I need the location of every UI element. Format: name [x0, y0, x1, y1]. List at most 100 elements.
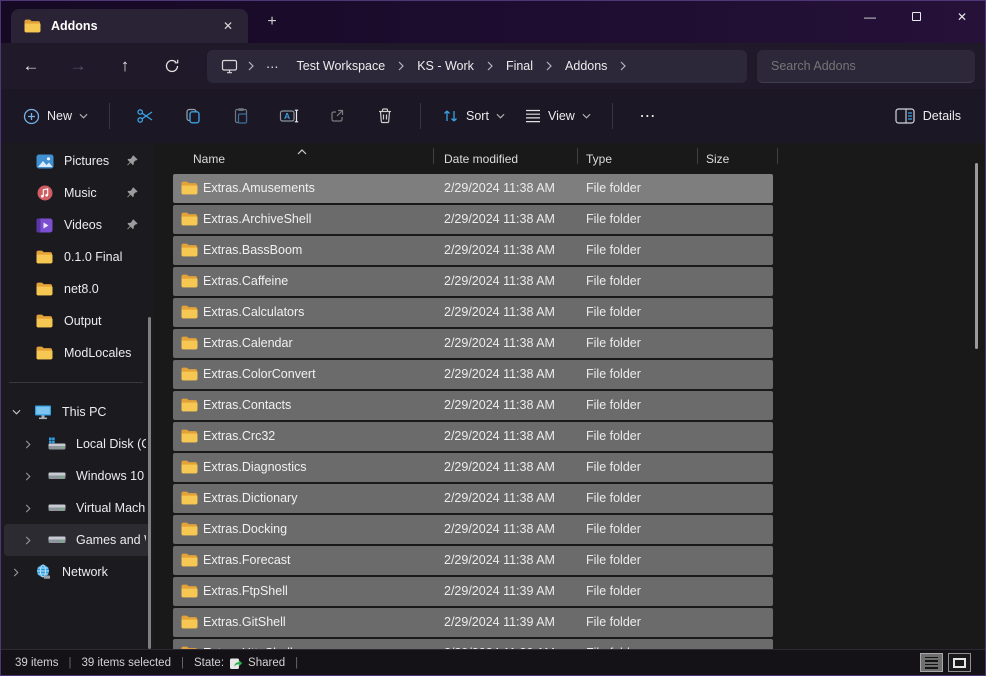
folder-icon — [181, 336, 198, 353]
sidebar-item-music[interactable]: Music — [1, 177, 153, 209]
chevron-right-icon[interactable] — [394, 61, 408, 71]
folder-icon — [181, 398, 198, 415]
sidebar-item-network[interactable]: Network — [1, 556, 153, 588]
file-row[interactable]: Extras.Docking 2/29/2024 11:38 AM File f… — [173, 515, 773, 544]
tab-addons[interactable]: Addons ✕ — [11, 9, 248, 43]
folder-icon — [181, 553, 198, 570]
new-tab-button[interactable]: + — [259, 12, 285, 34]
close-button[interactable]: ✕ — [939, 1, 985, 32]
file-name: Extras.Forecast — [203, 553, 291, 567]
chevron-right-icon[interactable] — [483, 61, 497, 71]
copy-button[interactable] — [169, 98, 217, 134]
chevron-collapsed-icon[interactable] — [21, 472, 35, 481]
file-row[interactable]: Extras.Caffeine 2/29/2024 11:38 AM File … — [173, 267, 773, 296]
file-row[interactable]: Extras.BassBoom 2/29/2024 11:38 AM File … — [173, 236, 773, 265]
column-header-size[interactable]: Size — [698, 143, 777, 169]
thumbnail-view-toggle[interactable] — [948, 653, 971, 672]
more-options-button[interactable]: ⋯ — [624, 98, 672, 134]
sidebar-item-net80[interactable]: net8.0 — [1, 273, 153, 305]
file-row[interactable]: Extras.Calendar 2/29/2024 11:38 AM File … — [173, 329, 773, 358]
file-list: Name Date modified Type Size Extras.Amus… — [153, 143, 985, 649]
back-button[interactable]: ← — [17, 52, 45, 80]
folder-icon — [181, 522, 198, 539]
file-date-modified: 2/29/2024 11:38 AM — [444, 367, 555, 381]
file-row[interactable]: Extras.Forecast 2/29/2024 11:38 AM File … — [173, 546, 773, 575]
folder-icon — [35, 282, 54, 296]
view-button[interactable]: View — [515, 98, 601, 134]
search-input[interactable] — [769, 58, 963, 74]
new-plus-icon — [23, 108, 40, 125]
chevron-collapsed-icon[interactable] — [21, 440, 35, 449]
file-name: Extras.Crc32 — [203, 429, 275, 443]
chevron-right-icon[interactable] — [244, 61, 258, 71]
share-state-value: Shared — [248, 657, 285, 669]
drive-icon — [47, 470, 66, 482]
tab-close-button[interactable]: ✕ — [216, 17, 240, 35]
file-row[interactable]: Extras.Calculators 2/29/2024 11:38 AM Fi… — [173, 298, 773, 327]
file-row[interactable]: Extras.Crc32 2/29/2024 11:38 AM File fol… — [173, 422, 773, 451]
file-row[interactable]: Extras.ArchiveShell 2/29/2024 11:38 AM F… — [173, 205, 773, 234]
cut-button[interactable] — [121, 98, 169, 134]
minimize-button[interactable]: — — [847, 1, 893, 32]
column-divider[interactable] — [777, 148, 778, 164]
column-header-name[interactable]: Name — [153, 143, 433, 169]
file-name: Extras.Contacts — [203, 398, 291, 412]
chevron-collapsed-icon[interactable] — [21, 504, 35, 513]
sidebar-item-videos[interactable]: Videos — [1, 209, 153, 241]
details-pane-button[interactable]: Details — [883, 98, 973, 134]
file-date-modified: 2/29/2024 11:38 AM — [444, 553, 555, 567]
chevron-expanded-icon[interactable] — [9, 409, 23, 415]
search-box[interactable] — [757, 50, 975, 83]
sidebar-item-modlocales[interactable]: ModLocales — [1, 337, 153, 369]
sidebar-item-local-disk-c[interactable]: Local Disk (C:) — [1, 428, 153, 460]
column-header-type[interactable]: Type — [578, 143, 697, 169]
folder-icon — [23, 19, 42, 33]
breadcrumb-item[interactable]: Final — [497, 56, 542, 76]
column-header-date-modified[interactable]: Date modified — [434, 143, 577, 169]
sidebar-item-this-pc[interactable]: This PC — [1, 396, 153, 428]
chevron-collapsed-icon[interactable] — [9, 568, 23, 577]
up-button[interactable]: ↑ — [111, 52, 139, 80]
share-button[interactable] — [313, 98, 361, 134]
maximize-button[interactable] — [893, 1, 939, 32]
items-count: 39 items — [15, 657, 58, 669]
sidebar-item-pictures[interactable]: Pictures — [1, 145, 153, 177]
file-type: File folder — [586, 491, 641, 505]
file-row[interactable]: Extras.Dictionary 2/29/2024 11:38 AM Fil… — [173, 484, 773, 513]
file-row[interactable]: Extras.Contacts 2/29/2024 11:38 AM File … — [173, 391, 773, 420]
file-row[interactable]: Extras.GitShell 2/29/2024 11:39 AM File … — [173, 608, 773, 637]
paste-button[interactable] — [217, 98, 265, 134]
sidebar-scrollbar[interactable] — [148, 317, 151, 649]
breadcrumb-overflow-button[interactable]: ⋯ — [258, 59, 288, 74]
new-button[interactable]: New — [13, 98, 98, 134]
pin-icon — [126, 186, 139, 202]
file-row[interactable]: Extras.ColorConvert 2/29/2024 11:38 AM F… — [173, 360, 773, 389]
sort-button[interactable]: Sort — [432, 98, 515, 134]
forward-button[interactable]: → — [64, 52, 92, 80]
sidebar-item-010-final[interactable]: 0.1.0 Final — [1, 241, 153, 273]
this-pc-icon[interactable] — [215, 59, 244, 74]
breadcrumb-item-current[interactable]: Addons — [556, 56, 616, 76]
sidebar-item-windows-10-d[interactable]: Windows 10 (D — [1, 460, 153, 492]
delete-button[interactable] — [361, 98, 409, 134]
list-scrollbar[interactable] — [975, 163, 978, 349]
sidebar-item-output[interactable]: Output — [1, 305, 153, 337]
toolbar-separator — [109, 103, 110, 129]
breadcrumb-item[interactable]: Test Workspace — [288, 56, 395, 76]
file-row[interactable]: Extras.Diagnostics 2/29/2024 11:38 AM Fi… — [173, 453, 773, 482]
file-row[interactable]: Extras.FtpShell 2/29/2024 11:39 AM File … — [173, 577, 773, 606]
details-view-toggle[interactable] — [920, 653, 943, 672]
rename-button[interactable]: A — [265, 98, 313, 134]
file-name: Extras.Calendar — [203, 336, 293, 350]
file-row[interactable]: Extras.HttpShell 2/29/2024 11:39 AM File… — [173, 639, 773, 649]
chevron-right-icon[interactable] — [616, 61, 630, 71]
folder-icon — [35, 250, 54, 264]
chevron-collapsed-icon[interactable] — [21, 536, 35, 545]
chevron-right-icon[interactable] — [542, 61, 556, 71]
sidebar-item-virtual-machines[interactable]: Virtual Machin — [1, 492, 153, 524]
sidebar-item-games-and-work[interactable]: Games and Wo — [4, 524, 150, 556]
breadcrumb-item[interactable]: KS - Work — [408, 56, 483, 76]
file-date-modified: 2/29/2024 11:39 AM — [444, 584, 555, 598]
refresh-button[interactable] — [158, 52, 186, 80]
file-row[interactable]: Extras.Amusements 2/29/2024 11:38 AM Fil… — [173, 174, 773, 203]
